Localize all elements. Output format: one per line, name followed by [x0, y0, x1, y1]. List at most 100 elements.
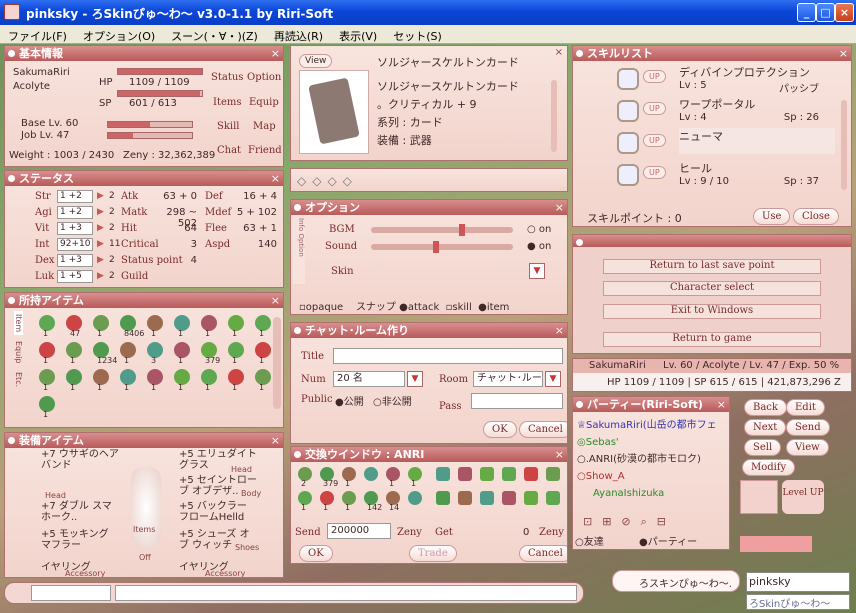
close-icon[interactable]: × — [271, 171, 280, 186]
party-member[interactable]: ◎Sebas' — [577, 434, 727, 451]
inventory-slot[interactable]: 1 — [62, 369, 86, 393]
inventory-slot[interactable]: 1 — [197, 369, 221, 393]
menu-option[interactable]: オプション(O) — [75, 25, 163, 44]
map-button[interactable]: Map — [253, 121, 276, 132]
option-side-tab[interactable]: Info Option — [293, 218, 305, 284]
next-button[interactable]: Next — [744, 419, 787, 436]
send-button[interactable]: Send — [786, 419, 830, 436]
maximize-button[interactable]: □ — [816, 3, 835, 22]
raise-stat-icon[interactable]: ▶ — [97, 239, 104, 249]
panel-header[interactable]: ステータス × — [5, 171, 283, 186]
minimize-button[interactable]: _ — [797, 3, 816, 22]
skill-button[interactable]: Skill — [217, 121, 240, 132]
trade-slot[interactable]: 2 — [295, 467, 315, 488]
panel-header[interactable]: スキルリスト × — [573, 46, 851, 61]
party-member[interactable]: ♕SakumaRiri(山岳の都市フェ — [577, 417, 727, 434]
skill-up-button[interactable]: UP — [643, 134, 666, 147]
inventory-slot[interactable]: 1 — [35, 315, 59, 339]
items-scrollbar[interactable] — [273, 317, 281, 409]
chat-button[interactable]: Chat — [217, 145, 241, 156]
close-icon[interactable]: × — [555, 323, 564, 338]
close-icon[interactable]: × — [271, 433, 280, 448]
equip-head-top[interactable]: +7 ウサギのヘアバンド — [41, 449, 121, 471]
trade-slot[interactable] — [477, 491, 497, 511]
skill-check[interactable]: ▫skill — [446, 302, 472, 313]
chat-cancel-button[interactable]: Cancel — [519, 421, 567, 438]
party-tab[interactable]: ●パーティー — [639, 533, 697, 548]
trade-slot[interactable]: 1 — [317, 491, 337, 512]
panel-header[interactable]: オプション × — [291, 200, 567, 215]
chat-input[interactable] — [115, 585, 577, 601]
inventory-slot[interactable]: 1 — [62, 342, 86, 366]
room-dropdown[interactable]: ▼ — [545, 371, 561, 387]
trade-slot[interactable] — [361, 467, 381, 487]
chat-ok-button[interactable]: OK — [483, 421, 517, 438]
inventory-slot[interactable]: 8406 — [116, 315, 144, 339]
items-button[interactable]: Items — [213, 97, 242, 108]
friend-button[interactable]: Friend — [248, 145, 282, 156]
modify-button[interactable]: Modify — [742, 459, 796, 476]
trade-slot[interactable] — [405, 491, 425, 511]
skill-row[interactable]: ニューマ — [679, 128, 835, 154]
trade-slot[interactable] — [499, 467, 519, 487]
skin-dropdown[interactable]: ▼ — [529, 263, 545, 279]
public-radio[interactable]: ●公開 — [335, 393, 364, 408]
skill-up-button[interactable]: UP — [643, 166, 666, 179]
view-button[interactable]: View — [786, 439, 829, 456]
inventory-slot[interactable]: 379 — [197, 342, 221, 366]
trade-slot[interactable]: 379 — [317, 467, 338, 488]
exit-to-windows-button[interactable]: Exit to Windows — [603, 304, 821, 319]
tab-item[interactable]: Item — [14, 311, 23, 336]
trade-slot[interactable]: 1 — [339, 467, 359, 488]
sound-on[interactable]: ● on — [527, 241, 551, 252]
equip-garment[interactable]: +5 モッキング マフラー — [41, 529, 121, 551]
inventory-slot[interactable]: 1 — [170, 369, 194, 393]
party-member[interactable]: AyanaIshizuka — [577, 485, 727, 502]
panel-header[interactable]: 交換ウインドウ : ANRI × — [291, 447, 567, 462]
menu-view[interactable]: 表示(V) — [331, 25, 385, 44]
raise-stat-icon[interactable]: ▶ — [97, 207, 104, 217]
inventory-slot[interactable]: 1 — [224, 369, 248, 393]
panel-header[interactable]: 基本情報 × — [5, 46, 283, 61]
item-check[interactable]: ●item — [478, 302, 509, 313]
inventory-slot[interactable]: 1 — [116, 369, 140, 393]
raise-stat-icon[interactable]: ▶ — [97, 191, 104, 201]
bgm-on[interactable]: ○ on — [527, 224, 551, 235]
send-zeny-input[interactable]: 200000 — [327, 523, 391, 539]
private-radio[interactable]: ○非公開 — [373, 393, 412, 408]
view-button[interactable]: View — [299, 54, 333, 68]
skill-up-button[interactable]: UP — [643, 102, 666, 115]
close-icon[interactable]: × — [555, 200, 564, 215]
menu-reload[interactable]: 再読込(R) — [266, 25, 331, 44]
skill-scrollbar[interactable] — [841, 100, 847, 190]
skill-icon[interactable] — [617, 164, 639, 186]
trade-ok-button[interactable]: OK — [299, 545, 333, 562]
party-member[interactable]: ○Show_A — [577, 468, 727, 485]
trade-slot[interactable]: 1 — [295, 491, 315, 512]
menu-file[interactable]: ファイル(F) — [0, 25, 75, 44]
card-scrollbar[interactable] — [551, 80, 557, 152]
tab-etc[interactable]: Etc. — [14, 369, 23, 390]
back-button[interactable]: Back — [744, 399, 787, 416]
close-icon[interactable]: × — [271, 293, 280, 308]
trade-slot[interactable] — [521, 491, 541, 511]
skill-close-button[interactable]: Close — [793, 208, 839, 225]
inventory-slot[interactable]: 1 — [251, 342, 275, 366]
inventory-slot[interactable]: 1 — [224, 342, 248, 366]
inventory-slot[interactable]: 1 — [35, 342, 59, 366]
inventory-slot[interactable]: 1 — [35, 369, 59, 393]
equip-shield[interactable]: +5 バックラー フロームHelld — [179, 501, 259, 523]
skill-row[interactable]: ディバインプロテクション Lv : 5 パッシブ — [679, 64, 835, 95]
inventory-slot[interactable]: 1 — [197, 315, 221, 339]
return-to-game-button[interactable]: Return to game — [603, 332, 821, 347]
trade-slot[interactable] — [499, 491, 519, 511]
inventory-slot[interactable]: 1 — [170, 342, 194, 366]
skill-icon[interactable] — [617, 68, 639, 90]
level-up-button[interactable]: Level UP — [782, 480, 824, 514]
inventory-slot[interactable]: 1 — [143, 369, 167, 393]
slider-thumb[interactable] — [433, 241, 439, 253]
inventory-slot[interactable]: 1 — [251, 369, 275, 393]
trade-slot[interactable]: 142 — [361, 491, 382, 512]
inventory-slot[interactable]: 1234 — [89, 342, 117, 366]
trade-slot[interactable] — [455, 491, 475, 511]
